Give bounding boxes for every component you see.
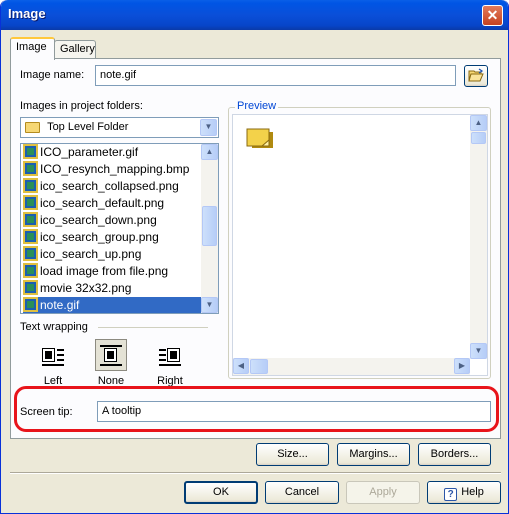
image-file-icon: [23, 297, 38, 312]
borders-button[interactable]: Borders...: [418, 443, 491, 466]
size-button[interactable]: Size...: [256, 443, 329, 466]
footer-separator: [10, 472, 501, 474]
ok-button[interactable]: OK: [184, 481, 258, 504]
preview-vscrollbar[interactable]: ▲ ▼: [470, 115, 487, 359]
image-file-icon: [23, 246, 38, 261]
tab-gallery[interactable]: Gallery: [54, 40, 96, 59]
wrap-left-icon: [42, 344, 64, 366]
list-item[interactable]: ico_search_collapsed.png: [23, 178, 203, 195]
margins-button[interactable]: Margins...: [337, 443, 410, 466]
file-name: ico_search_collapsed.png: [40, 179, 179, 193]
scroll-down-icon[interactable]: ▼: [201, 297, 218, 313]
file-name: movie 32x32.png: [40, 281, 132, 295]
file-name: ico_search_up.png: [40, 247, 142, 261]
close-icon: ✕: [486, 7, 499, 23]
apply-button: Apply: [346, 481, 420, 504]
image-dialog: Image ✕ Image Gallery Image name: note.g…: [0, 0, 509, 514]
scroll-right-icon[interactable]: ▶: [454, 358, 470, 374]
highlight-annotation: [14, 386, 499, 432]
image-tab-panel: Image name: note.gif Images in project f…: [10, 58, 501, 439]
file-name: load image from file.png: [40, 264, 169, 278]
preview-hscrollbar[interactable]: ◀ ▶: [233, 358, 470, 375]
project-folders-label: Images in project folders:: [20, 100, 143, 112]
scroll-up-icon[interactable]: ▲: [201, 144, 218, 160]
folder-icon: [25, 121, 40, 133]
image-file-icon: [23, 280, 38, 295]
list-item[interactable]: ICO_parameter.gif: [23, 144, 203, 161]
folder-dropdown-value: Top Level Folder: [47, 121, 129, 133]
text-wrapping-divider: [98, 327, 208, 328]
help-button[interactable]: ? Help: [427, 481, 501, 504]
close-button[interactable]: ✕: [482, 5, 503, 26]
preview-area: ▲ ▼ ◀ ▶: [232, 114, 488, 376]
wrap-none-icon: [100, 344, 122, 366]
window-title: Image: [8, 6, 46, 21]
image-file-icon: [23, 229, 38, 244]
wrap-right-button[interactable]: [154, 339, 186, 371]
file-name: ICO_resynch_mapping.bmp: [40, 162, 190, 176]
list-item[interactable]: ICO_resynch_mapping.bmp: [23, 161, 203, 178]
chevron-down-icon[interactable]: ▼: [200, 119, 217, 136]
scroll-down-icon[interactable]: ▼: [470, 343, 487, 359]
list-item[interactable]: movie 32x32.png: [23, 280, 203, 297]
wrap-right-icon: [159, 344, 181, 366]
image-file-icon: [23, 263, 38, 278]
tab-image-label: Image: [16, 41, 47, 53]
list-item[interactable]: ico_search_up.png: [23, 246, 203, 263]
list-item[interactable]: load image from file.png: [23, 263, 203, 280]
image-file-icon: [23, 178, 38, 193]
scroll-left-icon[interactable]: ◀: [233, 358, 249, 374]
image-name-label: Image name:: [20, 69, 85, 81]
list-item[interactable]: ico_search_default.png: [23, 195, 203, 212]
file-name: ICO_parameter.gif: [40, 145, 139, 159]
image-file-icon: [23, 161, 38, 176]
wrap-none-button[interactable]: [95, 339, 127, 371]
sticky-note-icon: [246, 128, 273, 148]
file-name: ico_search_down.png: [40, 213, 157, 227]
tab-image[interactable]: Image: [10, 37, 55, 60]
tab-gallery-label: Gallery: [60, 43, 95, 55]
help-button-label: Help: [461, 486, 484, 498]
list-item[interactable]: ico_search_down.png: [23, 212, 203, 229]
image-file-icon: [23, 212, 38, 227]
help-icon: ?: [444, 488, 458, 501]
list-item[interactable]: ico_search_group.png: [23, 229, 203, 246]
browse-image-button[interactable]: [464, 65, 488, 87]
file-name: note.gif: [40, 298, 80, 312]
image-file-icon: [23, 144, 38, 159]
folder-dropdown[interactable]: Top Level Folder ▼: [20, 117, 219, 138]
scroll-thumb[interactable]: [250, 359, 268, 374]
file-name: ico_search_default.png: [40, 196, 165, 210]
image-file-list[interactable]: ICO_parameter.gif ICO_resynch_mapping.bm…: [20, 143, 219, 314]
preview-label: Preview: [235, 100, 279, 112]
image-file-icon: [23, 195, 38, 210]
image-name-input[interactable]: note.gif: [95, 65, 456, 86]
file-name: ico_search_group.png: [40, 230, 159, 244]
list-item-selected[interactable]: note.gif: [23, 297, 203, 313]
wrap-left-button[interactable]: [37, 339, 69, 371]
scroll-up-icon[interactable]: ▲: [470, 115, 487, 131]
file-list-scrollbar[interactable]: ▲ ▼: [201, 144, 218, 313]
text-wrapping-label: Text wrapping: [20, 321, 88, 333]
cancel-button[interactable]: Cancel: [265, 481, 339, 504]
title-bar[interactable]: Image ✕: [1, 0, 508, 30]
open-folder-icon: [468, 68, 484, 82]
scroll-thumb[interactable]: [471, 132, 486, 144]
scroll-thumb[interactable]: [202, 206, 217, 246]
